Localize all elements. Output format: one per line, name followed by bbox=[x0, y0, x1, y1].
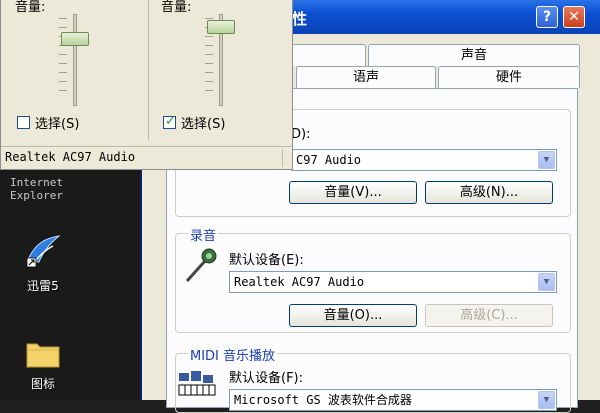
volume-column-2: 音量: 选择(S) bbox=[149, 0, 294, 140]
playback-volume-button[interactable]: 音量(V)... bbox=[289, 181, 417, 204]
volume-status-bar: Realtek AC97 Audio bbox=[1, 146, 294, 170]
midi-device-select[interactable]: Microsoft GS 波表软件合成器 ▼ bbox=[229, 389, 557, 411]
volume-device-name: Realtek AC97 Audio bbox=[5, 150, 136, 164]
volume-control-window: 音量: 选择(S) 音量: 选择(S) Realtek AC97 Audio bbox=[0, 0, 294, 170]
select-checkbox-label[interactable]: 选择(S) bbox=[35, 113, 79, 132]
recording-device-value: Realtek AC97 Audio bbox=[234, 275, 365, 289]
playback-device-select[interactable]: C97 Audio ▼ bbox=[291, 149, 557, 171]
volume-slider-thumb[interactable] bbox=[61, 32, 89, 46]
playback-device-value: C97 Audio bbox=[296, 153, 362, 167]
volume-column-title: 音量: bbox=[161, 0, 192, 15]
select-checkbox[interactable] bbox=[17, 116, 30, 129]
microphone-icon bbox=[179, 245, 219, 285]
desktop-icon-folder[interactable]: 图标 bbox=[8, 338, 78, 392]
status-divider bbox=[282, 149, 283, 167]
tab-voice[interactable]: 语声 bbox=[296, 66, 436, 88]
midi-device-label: 默认设备(F): bbox=[229, 371, 304, 386]
internet-explorer-label[interactable]: Internet Explorer bbox=[10, 176, 80, 202]
recording-device-label: 默认设备(E): bbox=[229, 253, 304, 268]
recording-volume-button[interactable]: 音量(O)... bbox=[289, 304, 417, 327]
midi-group-title: MIDI 音乐播放 bbox=[188, 345, 278, 364]
recording-group-title: 录音 bbox=[188, 225, 219, 244]
xunlei-icon bbox=[26, 235, 61, 268]
desktop-icon-label: 迅雷5 bbox=[27, 279, 59, 293]
slider-ticks bbox=[59, 18, 67, 99]
tab-hardware[interactable]: 硬件 bbox=[438, 66, 580, 88]
select-checkbox-label[interactable]: 选择(S) bbox=[181, 113, 225, 132]
chevron-down-icon[interactable]: ▼ bbox=[538, 273, 555, 291]
desktop-icon-xunlei[interactable]: 迅雷5 bbox=[8, 232, 78, 294]
recording-device-select[interactable]: Realtek AC97 Audio ▼ bbox=[229, 271, 557, 293]
help-button[interactable]: ? bbox=[536, 6, 558, 28]
volume-slider-thumb[interactable] bbox=[207, 20, 235, 34]
playback-advanced-button[interactable]: 高级(N)... bbox=[425, 181, 553, 204]
chevron-down-icon[interactable]: ▼ bbox=[538, 151, 555, 169]
recording-advanced-button[interactable]: 高级(C)... bbox=[425, 304, 553, 327]
window-title: 性 bbox=[292, 10, 308, 28]
volume-slider-track[interactable] bbox=[73, 14, 77, 106]
midi-keyboard-icon bbox=[177, 367, 217, 407]
volume-column-1: 音量: 选择(S) bbox=[1, 0, 149, 140]
tab-sounds[interactable]: 声音 bbox=[368, 44, 580, 66]
midi-device-value: Microsoft GS 波表软件合成器 bbox=[234, 393, 412, 407]
volume-column-title: 音量: bbox=[15, 0, 46, 15]
desktop-icon-label: 图标 bbox=[30, 377, 55, 391]
folder-icon bbox=[26, 343, 60, 368]
close-button[interactable]: ✕ bbox=[563, 6, 585, 28]
chevron-down-icon[interactable]: ▼ bbox=[538, 391, 555, 409]
select-checkbox-checked[interactable] bbox=[163, 114, 176, 129]
